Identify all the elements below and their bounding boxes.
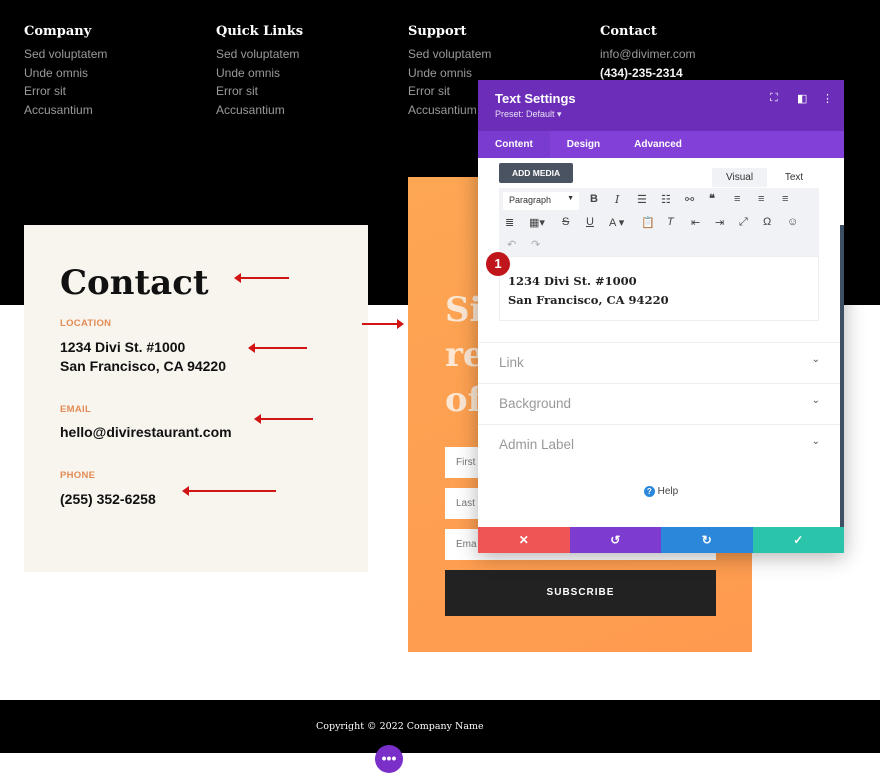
chevron-down-icon: ⌄ [811,354,820,365]
email-value: hello@divirestaurant.com [60,424,232,440]
outdent-icon[interactable]: ⇤ [691,216,700,229]
scrollbar[interactable] [840,225,844,527]
arrow-annotation [248,343,307,353]
step-badge: 1 [486,252,510,276]
table-icon[interactable]: ▦▾ [529,216,545,229]
email-label: EMAIL [60,404,92,415]
add-media-button[interactable]: ADD MEDIA [499,163,574,183]
link[interactable]: Unde omnis [24,66,107,85]
section-label: Link [499,355,524,370]
copyright: Copyright © 2022 Company Name [316,721,484,732]
undo-icon[interactable]: ↶ [507,238,516,251]
paragraph-label: Paragraph [509,195,552,205]
tab-design[interactable]: Design [550,131,617,158]
link-icon[interactable]: ⚯ [685,193,694,206]
editor-line: San Francisco, CA 94220 [508,293,669,307]
section-background[interactable]: Background ⌄ [478,383,844,424]
location-label: LOCATION [60,318,112,329]
footer-bottom: Copyright © 2022 Company Name [0,700,880,753]
arrow-annotation [182,486,276,496]
sidebar-toggle-icon[interactable]: ◧ [797,92,807,105]
indent-icon[interactable]: ⇥ [715,216,724,229]
signup-heading-line: Si [445,290,483,330]
numbered-list-icon[interactable]: ☷ [661,193,671,206]
tab-content[interactable]: Content [478,131,550,158]
chevron-down-icon: ⌄ [811,436,820,447]
col-title: Quick Links [216,24,304,39]
footer-col-company: Company Sed voluptatem Unde omnis Error sit… [24,24,107,121]
phone-label: PHONE [60,470,96,481]
paragraph-select[interactable]: Paragraph ▼ [503,192,579,210]
paste-icon[interactable]: 📋 [641,216,655,229]
italic-icon[interactable]: I [615,193,619,206]
undo-button[interactable]: ↺ [569,527,661,553]
align-left-icon[interactable]: ≡ [734,193,740,205]
text-color-icon[interactable]: A ▾ [609,216,624,229]
modal-header: Text Settings Preset: Default ▾ ⛶ ◧ ⋮ [478,80,844,131]
text-settings-modal: Text Settings Preset: Default ▾ ⛶ ◧ ⋮ Co… [478,80,844,553]
chevron-down-icon: ▼ [567,195,574,202]
justify-icon[interactable]: ≣ [505,216,514,229]
bullet-list-icon[interactable]: ☰ [637,193,647,206]
redo-button[interactable]: ↻ [661,527,753,553]
footer-col-quick-links: Quick Links Sed voluptatem Unde omnis Error… [216,24,303,121]
preset-dropdown[interactable]: Preset: Default ▾ [495,109,827,120]
align-right-icon[interactable]: ≡ [782,193,788,205]
more-options-button[interactable]: ••• [375,745,403,773]
contact-title: Contact [60,263,209,303]
special-char-icon[interactable]: Ω [763,216,771,228]
link[interactable]: Unde omnis [216,66,303,85]
editor-toolbar: Paragraph ▼ B I ☰ ☷ ⚯ ❝ ≡ ≡ ≡ ≣ ▦▾ S U A … [499,188,819,256]
cancel-button[interactable]: ✕ [478,527,570,553]
link[interactable]: Sed voluptatem [216,47,303,66]
text-editor[interactable]: 1234 Divi St. #1000 San Francisco, CA 94… [499,256,819,321]
link[interactable]: Error sit [24,84,107,103]
col-title: Contact [600,24,657,39]
col-title: Support [408,24,467,39]
col-title: Company [24,24,92,39]
email-link[interactable]: info@divimer.com [600,47,696,66]
help-label: Help [657,486,679,497]
help-link[interactable]: ? Help [478,486,844,497]
section-label: Admin Label [499,437,575,452]
link[interactable]: Accusantium [24,103,107,122]
expand-icon[interactable]: ⤢ [739,216,748,229]
redo-icon[interactable]: ↷ [531,238,540,251]
clear-format-icon[interactable]: T [667,216,674,228]
tab-text[interactable]: Text [770,168,818,187]
signup-heading-line: of [445,380,483,420]
bold-icon[interactable]: B [590,193,598,205]
editor-line: 1234 Divi St. #1000 [508,274,637,288]
link[interactable]: Sed voluptatem [24,47,107,66]
link[interactable]: Error sit [216,84,303,103]
arrow-annotation [234,273,289,283]
location-line-2: San Francisco, CA 94220 [60,358,227,374]
help-icon: ? [643,486,655,497]
footer-col-contact: Contact info@divimer.com (434)-235-2314 [600,24,696,84]
underline-icon[interactable]: U [586,216,594,228]
tab-advanced[interactable]: Advanced [617,131,699,158]
strikethrough-icon[interactable]: S [562,216,569,228]
arrow-annotation [254,414,313,424]
fullscreen-icon[interactable]: ⛶ [770,92,778,105]
arrow-annotation [362,319,404,329]
section-admin-label[interactable]: Admin Label ⌄ [478,424,844,465]
save-button[interactable]: ✓ [752,527,844,553]
emoji-icon[interactable]: ☺ [787,216,798,228]
align-center-icon[interactable]: ≡ [758,193,764,205]
phone-value: (255) 352-6258 [60,491,156,507]
contact-card: Contact LOCATION 1234 Divi St. #1000 San… [24,225,368,572]
tab-visual[interactable]: Visual [712,168,768,187]
location-line-1: 1234 Divi St. #1000 [60,339,186,355]
link[interactable]: Sed voluptatem [408,47,491,66]
subscribe-button[interactable]: SUBSCRIBE [445,570,716,616]
kebab-menu-icon[interactable]: ⋮ [822,92,833,105]
quote-icon[interactable]: ❝ [709,192,715,205]
chevron-down-icon: ⌄ [811,395,820,406]
link[interactable]: Accusantium [216,103,303,122]
section-link[interactable]: Link ⌄ [478,342,844,383]
section-label: Background [499,396,572,411]
